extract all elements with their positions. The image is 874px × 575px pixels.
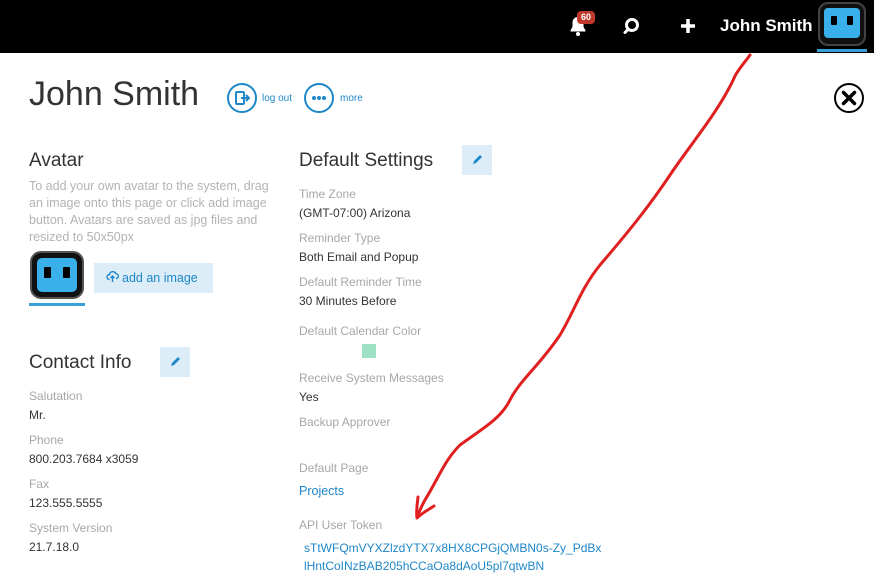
system-version-label: System Version	[29, 521, 113, 535]
pencil-icon	[171, 357, 180, 366]
logout-link[interactable]: log out	[262, 93, 292, 104]
reminder-type-value: Both Email and Popup	[299, 250, 419, 264]
pencil-icon	[473, 155, 482, 164]
edit-default-settings-button[interactable]	[462, 145, 492, 175]
logout-button[interactable]	[227, 83, 257, 113]
top-bar: 60 John Smith	[0, 0, 874, 53]
system-messages-label: Receive System Messages	[299, 371, 444, 385]
salutation-label: Salutation	[29, 389, 83, 403]
reminder-time-label: Default Reminder Time	[299, 275, 422, 289]
plus-icon[interactable]	[677, 15, 699, 37]
avatar-preview	[29, 250, 85, 306]
search-icon[interactable]	[622, 15, 644, 37]
more-dots-icon	[312, 96, 326, 100]
avatar-help-text: To add your own avatar to the system, dr…	[29, 179, 269, 244]
reminder-time-value: 30 Minutes Before	[299, 294, 397, 308]
calendar-color-swatch	[362, 344, 376, 358]
add-image-button[interactable]: add an image	[94, 263, 213, 293]
notification-count-badge: 60	[577, 11, 595, 24]
logout-icon	[235, 91, 251, 105]
contact-info-heading: Contact Info	[29, 352, 132, 373]
default-settings-heading: Default Settings	[299, 150, 434, 171]
calendar-color-label: Default Calendar Color	[299, 324, 422, 338]
add-image-label: add an image	[122, 271, 198, 285]
default-page-label: Default Page	[299, 461, 369, 475]
fax-value: 123.555.5555	[29, 496, 103, 510]
upload-cloud-icon	[106, 264, 119, 294]
reminder-type-label: Reminder Type	[299, 231, 381, 245]
fax-label: Fax	[29, 477, 50, 491]
avatar-underline	[817, 49, 867, 52]
api-token-label: API User Token	[299, 518, 383, 532]
more-button[interactable]	[304, 83, 334, 113]
user-avatar[interactable]	[815, 0, 869, 53]
close-icon[interactable]	[833, 82, 865, 114]
api-token-value[interactable]: sTtWFQmVYXZlzdYTX7x8HX8CPGjQMBN0s-Zy_PdB…	[304, 539, 604, 575]
system-version-value: 21.7.18.0	[29, 540, 80, 554]
phone-value: 800.203.7684 x3059	[29, 452, 139, 466]
phone-label: Phone	[29, 433, 64, 447]
more-link[interactable]: more	[340, 93, 363, 104]
user-menu-name[interactable]: John Smith	[720, 16, 813, 36]
avatar-heading: Avatar	[29, 150, 84, 171]
avatar-preview-underline	[29, 303, 85, 306]
page-title: John Smith	[29, 75, 200, 113]
salutation-value: Mr.	[29, 408, 46, 422]
default-page-value[interactable]: Projects	[299, 484, 344, 498]
backup-approver-label: Backup Approver	[299, 415, 391, 429]
time-zone-label: Time Zone	[299, 187, 356, 201]
system-messages-value: Yes	[299, 390, 319, 404]
time-zone-value: (GMT-07:00) Arizona	[299, 206, 411, 220]
edit-contact-info-button[interactable]	[160, 347, 190, 377]
